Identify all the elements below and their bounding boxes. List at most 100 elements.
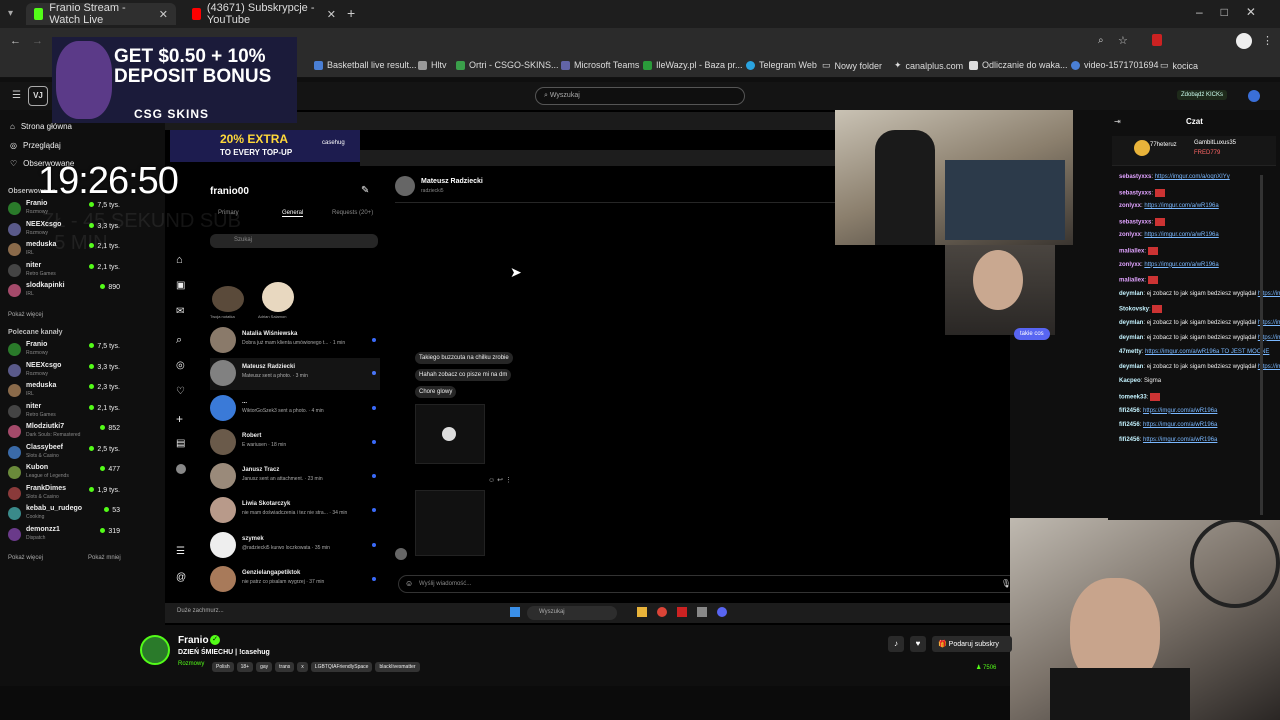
bookmark[interactable]: Ortri - CSGO-SKINS...: [456, 60, 559, 70]
nav-browse[interactable]: ◎ Przeglądaj: [10, 141, 61, 150]
chat-username[interactable]: zonlyxx: [1119, 232, 1141, 238]
extension-icon[interactable]: [1152, 34, 1162, 46]
conversation-item[interactable]: Janusz Tracz Janusz sent an attachment. ·…: [210, 461, 380, 493]
home-icon[interactable]: ⌂: [176, 254, 183, 266]
chat-username[interactable]: 47metty: [1119, 349, 1142, 355]
stream-tag[interactable]: gay: [256, 662, 273, 672]
reaction-icons[interactable]: ☺ ↩ ⋮: [488, 476, 512, 484]
kick-logo[interactable]: VJ: [28, 86, 48, 106]
chat-username[interactable]: deymlan: [1119, 320, 1143, 326]
threads-icon[interactable]: @: [176, 572, 186, 583]
chat-link[interactable]: https://imgur.com/a/wR196a: [1143, 437, 1217, 443]
show-less-link[interactable]: Pokaż mniej: [88, 555, 121, 561]
show-more-link[interactable]: Pokaż więcej: [8, 312, 43, 318]
stream-tag[interactable]: LGBTQIAFriendlySpace: [310, 662, 373, 672]
gift-sub-button[interactable]: 🎁 Podaruj subskry: [932, 636, 1012, 652]
tab-menu-icon[interactable]: ▾: [8, 8, 20, 20]
stream-tag[interactable]: trans: [275, 662, 295, 672]
chat-link[interactable]: https://imgur.com/a/wR196a: [1143, 422, 1217, 428]
chat-username[interactable]: sebastyxxs: [1119, 190, 1151, 196]
tab-youtube[interactable]: (43671) Subskrypcje - YouTube ✕: [184, 2, 344, 26]
more-icon[interactable]: ☰: [176, 546, 185, 557]
bookmark[interactable]: Microsoft Teams: [561, 60, 639, 70]
channel-item[interactable]: NEEXcsgo Rozmowy 3,3 tys.: [8, 362, 120, 382]
bookmark[interactable]: Odliczanie do waka...: [969, 60, 1068, 70]
chat-link[interactable]: https://imgur.com/a/wR196a TO JEST MOCNE: [1145, 349, 1269, 355]
stream-tag[interactable]: 18+: [236, 662, 254, 672]
forward-icon[interactable]: →: [32, 35, 43, 47]
thread-name[interactable]: Mateusz Radziecki: [421, 178, 483, 185]
user-avatar[interactable]: [1248, 90, 1260, 102]
channel-item[interactable]: Classybeef Slots & Casino 2,5 tys.: [8, 444, 120, 464]
dashboard-icon[interactable]: ▤: [176, 438, 185, 449]
create-icon[interactable]: +: [176, 412, 183, 426]
chat-link[interactable]: https://imgur.com/a/oqnXIYy: [1155, 174, 1230, 180]
chat-username[interactable]: deymlan: [1119, 364, 1143, 370]
close-icon[interactable]: ✕: [159, 8, 168, 21]
bell-icon[interactable]: ♪: [888, 636, 904, 652]
tab-kick[interactable]: Franio Stream - Watch Live ✕: [26, 2, 176, 26]
chat-username[interactable]: fifi2456: [1119, 408, 1140, 414]
chat-link[interactable]: https://imgur.com/a/wR196a: [1144, 262, 1218, 268]
chat-username[interactable]: fifi2456: [1119, 437, 1140, 443]
profile-icon[interactable]: [176, 464, 186, 474]
shared-photo[interactable]: [415, 404, 485, 464]
channel-item[interactable]: slodkapinki IRL 890: [8, 282, 120, 302]
bookmark[interactable]: Basketball live result...: [314, 60, 417, 70]
compose-icon[interactable]: ✎: [361, 185, 369, 196]
bookmark[interactable]: video-1571701694: [1071, 60, 1159, 70]
messages-icon[interactable]: ✉: [176, 306, 184, 317]
chat-username[interactable]: Kacpeo: [1119, 378, 1141, 384]
close-icon[interactable]: ✕: [327, 8, 336, 21]
chat-link[interactable]: https://imgur.com/a/wR196a: [1143, 408, 1217, 414]
reels-icon[interactable]: ▣: [176, 280, 185, 291]
hamburger-icon[interactable]: ☰: [12, 90, 21, 101]
channel-item[interactable]: meduska IRL 2,3 tys.: [8, 382, 120, 402]
chat-username[interactable]: zonlyxx: [1119, 203, 1141, 209]
channel-item[interactable]: Mlodziutki7 Dark Souls: Remastered 852: [8, 423, 120, 443]
channel-item[interactable]: kebab_u_rudego Cooking 53: [8, 505, 120, 525]
conversation-item[interactable]: Genzielangapetiktok nie patrz co pisalam …: [210, 564, 380, 596]
conversation-item[interactable]: Natalia Wiśniewska Dobra już mam klienta …: [210, 325, 380, 357]
chat-link[interactable]: https://imgur.com/a/wR196a: [1144, 232, 1218, 238]
kicks-button[interactable]: Zdobądź KICKs: [1177, 90, 1228, 100]
search-input[interactable]: ⌕ Wyszukaj: [535, 87, 745, 105]
streamer-name[interactable]: Franio: [178, 635, 209, 646]
show-more-link[interactable]: Pokaż więcej: [8, 555, 43, 561]
chat-username[interactable]: sebastyxxs: [1119, 174, 1151, 180]
note-avatar[interactable]: [262, 282, 294, 312]
channel-item[interactable]: niter Retro Games 2,1 tys.: [8, 262, 120, 282]
nav-home[interactable]: ⌂ Strona główna: [10, 122, 72, 131]
ig-account-name[interactable]: franio00: [210, 186, 249, 197]
chat-username[interactable]: zonlyxx: [1119, 262, 1141, 268]
search-icon[interactable]: ⌕: [176, 334, 182, 347]
bookmark-folder[interactable]: ▭ kocica: [1160, 60, 1198, 71]
chat-username[interactable]: maliallex: [1119, 249, 1144, 255]
chat-link[interactable]: https://imgur.com/a/wR196a: [1144, 203, 1218, 209]
bookmark-folder[interactable]: ▭ Nowy folder: [822, 60, 882, 71]
conversation-item[interactable]: Liwia Skotarczyk nie mam doświadczenia i …: [210, 495, 380, 527]
stream-category[interactable]: Rozmowy: [178, 661, 204, 667]
conversation-item[interactable]: Robert E wariusen · 18 min: [210, 427, 380, 459]
channel-item[interactable]: demonzz1 Dispatch 319: [8, 526, 120, 546]
stream-tag[interactable]: Polish: [212, 662, 234, 672]
message-composer[interactable]: ☺ Wyślij wiadomość... 🎙: [398, 575, 1018, 593]
stream-tag[interactable]: blackIivesmatter: [375, 662, 420, 672]
channel-item[interactable]: Franio Rozmowy 7,5 tys.: [8, 341, 120, 361]
menu-icon[interactable]: ⋮: [1262, 34, 1273, 47]
tab-general[interactable]: General: [282, 210, 304, 217]
conversation-item[interactable]: szymek @radziecki5 kurwo loczkowata · 35 …: [210, 530, 380, 562]
note-avatar[interactable]: [212, 286, 244, 312]
back-icon[interactable]: ←: [10, 35, 21, 47]
chat-username[interactable]: Stokovsky: [1119, 307, 1149, 313]
profile-avatar[interactable]: [1236, 33, 1252, 49]
tab-requests[interactable]: Requests (20+): [332, 210, 373, 216]
star-icon[interactable]: ☆: [1118, 34, 1128, 47]
chat-username[interactable]: deymlan: [1119, 291, 1143, 297]
bookmark[interactable]: IleWazy.pl - Baza pr...: [643, 60, 743, 70]
chat-username[interactable]: tomeek33: [1119, 395, 1147, 401]
chat-username[interactable]: fifi2456: [1119, 422, 1140, 428]
zoom-icon[interactable]: ⌕: [1098, 35, 1104, 46]
bookmark[interactable]: ✦ canalplus.com: [894, 60, 963, 71]
bookmark[interactable]: Telegram Web: [746, 60, 817, 70]
